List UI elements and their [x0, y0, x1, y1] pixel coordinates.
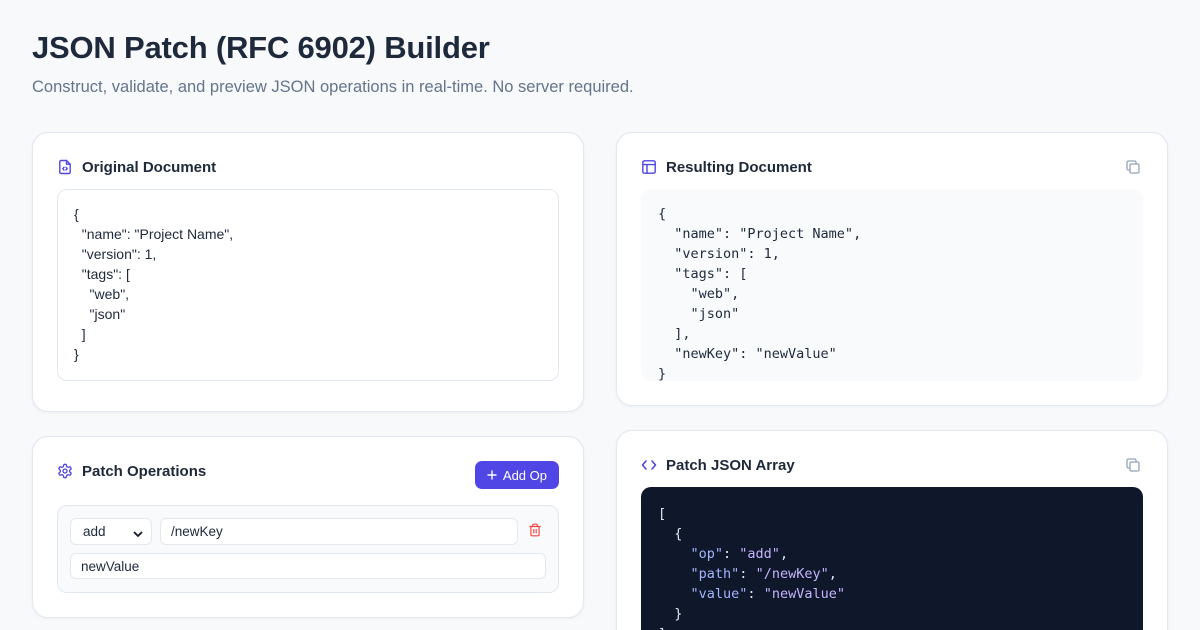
patch-value: "add" — [739, 546, 780, 562]
patch-key: "path" — [690, 566, 740, 582]
copy-icon[interactable] — [1123, 157, 1143, 177]
resulting-document-card: Resulting Document { "name": "Project Na… — [616, 132, 1168, 406]
patch-json-title: Patch JSON Array — [666, 456, 795, 474]
page-subtitle: Construct, validate, and preview JSON op… — [32, 78, 634, 96]
layout-icon — [641, 159, 657, 175]
add-op-button[interactable]: Add Op — [474, 461, 559, 489]
gear-icon — [57, 463, 73, 479]
trash-icon[interactable] — [528, 523, 544, 539]
patch-value: "newValue" — [763, 586, 845, 602]
resulting-document-title: Resulting Document — [666, 158, 812, 176]
patch-key: "value" — [690, 586, 748, 602]
original-document-editor[interactable]: { "name": "Project Name", "version": 1, … — [57, 189, 559, 381]
operation-type-select[interactable]: add — [70, 518, 152, 545]
patch-line: [ — [658, 506, 667, 522]
operation-path-input[interactable] — [160, 518, 518, 545]
resulting-document-output: { "name": "Project Name", "version": 1, … — [641, 189, 1143, 381]
copy-icon[interactable] — [1123, 455, 1143, 475]
patch-line: "op": "add", — [690, 546, 789, 562]
patch-line: } — [658, 606, 683, 622]
add-op-label: Add Op — [502, 467, 547, 483]
patch-json-card: Patch JSON Array [ { "op": "add", "path"… — [616, 430, 1168, 630]
patch-value: "/newKey" — [755, 566, 829, 582]
patch-operations-title: Patch Operations — [82, 462, 207, 480]
patch-line: "value": "newValue" — [690, 586, 845, 602]
plus-icon — [487, 468, 497, 483]
operation-row: add — [57, 505, 559, 593]
original-document-title: Original Document — [82, 158, 217, 176]
page-title: JSON Patch (RFC 6902) Builder — [32, 30, 490, 65]
operation-type-value: add — [83, 524, 106, 539]
file-code-icon — [57, 159, 73, 175]
code-icon — [641, 457, 657, 473]
patch-operations-card: Patch Operations Add Op add — [32, 436, 584, 618]
original-document-header: Original Document — [57, 157, 559, 177]
original-document-card: Original Document { "name": "Project Nam… — [32, 132, 584, 412]
patch-json-output: [ { "op": "add", "path": "/newKey", "val… — [641, 487, 1143, 630]
page: JSON Patch (RFC 6902) Builder Construct,… — [0, 0, 1200, 630]
chevron-down-icon — [133, 527, 143, 542]
patch-line: "path": "/newKey", — [690, 566, 837, 582]
operation-value-input[interactable] — [70, 553, 546, 579]
patch-key: "op" — [690, 546, 724, 562]
patch-json-header: Patch JSON Array — [641, 455, 1143, 475]
patch-line: ] — [658, 626, 666, 630]
resulting-document-header: Resulting Document — [641, 157, 1143, 177]
patch-line: { — [658, 526, 683, 542]
